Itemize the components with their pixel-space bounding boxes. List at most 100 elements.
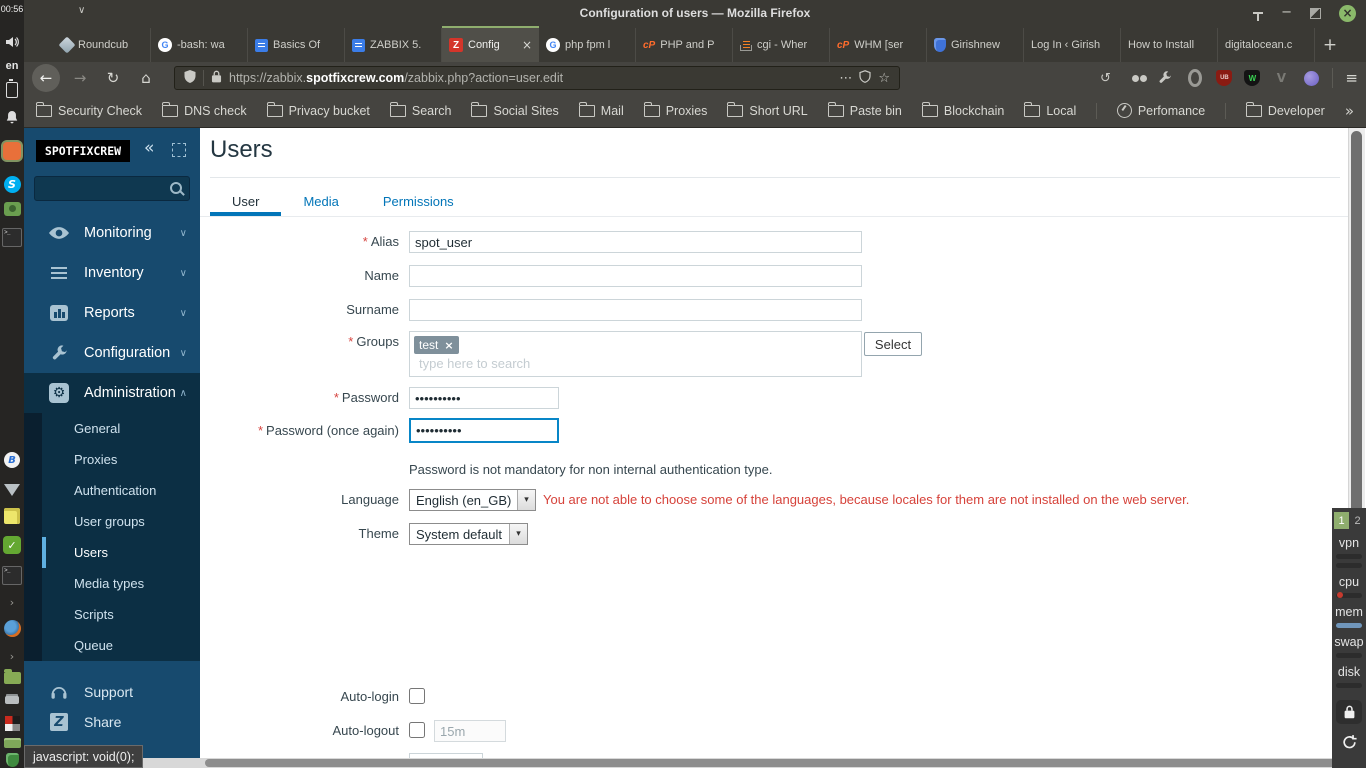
theme-select[interactable]: System default ▾ <box>409 523 528 545</box>
bookmark-star-icon[interactable]: ☆ <box>878 71 890 86</box>
sidebar-item-reports[interactable]: Reports ∨ <box>24 293 200 333</box>
home-button[interactable]: ⌂ <box>133 65 159 91</box>
back-button[interactable]: ← <box>32 64 60 92</box>
bookmark-folder[interactable]: Short URL <box>727 101 808 118</box>
browser-tab[interactable]: ZABBIX 5. <box>345 28 442 62</box>
close-tab-icon[interactable]: × <box>522 38 532 52</box>
sidebar-item-media-types[interactable]: Media types <box>24 568 200 599</box>
browser-tab[interactable]: Girishnew <box>927 28 1024 62</box>
close-window-button[interactable]: × <box>1339 4 1356 22</box>
updates-ok-icon[interactable]: ✓ <box>0 536 24 554</box>
green-app-icon[interactable] <box>0 738 24 748</box>
game-grid-icon[interactable] <box>0 716 24 731</box>
bookmark-folder[interactable]: Privacy bucket <box>266 101 370 118</box>
battery-icon[interactable] <box>0 79 24 98</box>
lock-icon[interactable] <box>211 70 222 86</box>
forward-button[interactable]: → <box>67 65 93 91</box>
bookmark-folder[interactable]: Mail <box>578 101 624 118</box>
bookmark-folder[interactable]: Security Check <box>36 101 142 118</box>
sidebar-item-support[interactable]: Support <box>24 677 200 707</box>
sidebar-item-general[interactable]: General <box>24 413 200 444</box>
browser-tab[interactable]: How to Install <box>1121 28 1218 62</box>
page-actions-icon[interactable]: ⋯ <box>839 71 852 86</box>
screenshot-app-icon[interactable] <box>0 202 24 216</box>
sidebar-collapse-icon[interactable]: « <box>144 138 154 158</box>
bookmark-item[interactable]: Perfomance <box>1116 103 1205 118</box>
ublock-extension-icon[interactable]: UB <box>1216 70 1233 86</box>
sidebar-item-administration[interactable]: ⚙ Administration ∧ <box>24 373 200 413</box>
sidebar-item-users[interactable]: Users <box>24 537 200 568</box>
brand-logo[interactable]: SPOTFIXCREW <box>36 140 130 162</box>
browser-tab[interactable]: cgi - Wher <box>733 28 830 62</box>
browser-tab[interactable]: Basics Of <box>248 28 345 62</box>
tab-media[interactable]: Media <box>281 186 360 216</box>
bookmark-folder[interactable]: DNS check <box>162 101 247 118</box>
sidebar-item-share[interactable]: Z Share <box>24 707 200 737</box>
browser-tab[interactable]: digitalocean.c <box>1218 28 1315 62</box>
surname-input[interactable] <box>409 299 862 321</box>
sidebar-item-monitoring[interactable]: Monitoring ∨ <box>24 213 200 253</box>
sidebar-item-scripts[interactable]: Scripts <box>24 599 200 630</box>
reload-button[interactable]: ↻ <box>100 65 126 91</box>
search-icon[interactable] <box>170 182 182 194</box>
hamburger-menu-icon[interactable]: ≡ <box>1345 69 1358 87</box>
sidebar-item-queue[interactable]: Queue <box>24 630 200 661</box>
alias-input[interactable] <box>409 231 862 253</box>
firefox-icon[interactable] <box>0 620 24 637</box>
browser-tab[interactable]: Roundcub <box>54 28 151 62</box>
oval-extension-icon[interactable] <box>1186 69 1204 87</box>
tracking-shield-icon[interactable] <box>184 70 196 86</box>
auto-login-checkbox[interactable] <box>409 688 425 704</box>
notifications-bell-icon[interactable] <box>0 110 24 125</box>
restart-power-button[interactable] <box>1341 733 1358 750</box>
sidebar-item-configuration[interactable]: Configuration ∨ <box>24 333 200 373</box>
browser-tab[interactable]: cP PHP and P <box>636 28 733 62</box>
sidebar-search-input[interactable] <box>34 176 190 201</box>
workspace-1-button[interactable]: 1 <box>1334 512 1349 529</box>
bookmark-folder[interactable]: Search <box>389 101 451 118</box>
bookmark-folder[interactable]: Developer <box>1245 101 1325 118</box>
bluetooth-icon[interactable]: B <box>0 452 24 468</box>
antivirus-shield-icon[interactable] <box>0 753 24 767</box>
terminal-icon[interactable]: >_ <box>0 228 24 247</box>
sidebar-item-user-groups[interactable]: User groups <box>24 506 200 537</box>
sidebar-expand-icon[interactable] <box>172 143 186 157</box>
bookmark-folder[interactable]: Proxies <box>643 101 707 118</box>
wrench-extension-icon[interactable] <box>1156 69 1174 87</box>
password-input[interactable] <box>409 387 559 409</box>
w-shield-extension-icon[interactable]: W <box>1244 70 1261 86</box>
chevron-right-icon[interactable]: › <box>0 650 24 663</box>
pin-icon[interactable] <box>1253 12 1264 21</box>
password-again-input[interactable] <box>409 418 559 443</box>
minimize-button[interactable]: − <box>1281 6 1292 19</box>
bookmark-folder[interactable]: Paste bin <box>827 101 902 118</box>
tab-permissions[interactable]: Permissions <box>361 186 476 216</box>
notes-app-icon[interactable] <box>0 508 24 524</box>
sidebar-item-inventory[interactable]: Inventory ∨ <box>24 253 200 293</box>
restore-button[interactable] <box>1310 7 1321 19</box>
bookmark-folder[interactable]: Social Sites <box>471 101 559 118</box>
bookmark-folder[interactable]: Local <box>1024 101 1076 118</box>
url-bar[interactable]: https://zabbix.spotfixcrew.com/zabbix.ph… <box>174 66 900 90</box>
language-select[interactable]: English (en_GB) ▾ <box>409 489 536 511</box>
terminal-icon[interactable]: >_ <box>0 566 24 585</box>
new-tab-button[interactable]: + <box>1315 28 1345 62</box>
printer-icon[interactable] <box>0 696 24 704</box>
lock-screen-button[interactable] <box>1336 700 1362 724</box>
keyboard-layout-indicator[interactable]: en <box>0 60 24 72</box>
file-manager-icon[interactable] <box>0 669 24 684</box>
purple-extension-icon[interactable] <box>1302 69 1320 87</box>
chevron-right-icon[interactable]: › <box>0 596 24 609</box>
sidebar-item-proxies[interactable]: Proxies <box>24 444 200 475</box>
bookmarks-overflow-button[interactable]: » <box>1345 102 1354 120</box>
horizontal-scrollbar[interactable] <box>24 758 1366 768</box>
bookmark-folder[interactable]: Blockchain <box>921 101 1004 118</box>
remove-chip-icon[interactable]: × <box>444 339 453 352</box>
workspace-2-button[interactable]: 2 <box>1351 512 1364 529</box>
horizontal-scrollbar-thumb[interactable] <box>205 759 1357 767</box>
wifi-icon[interactable] <box>0 484 24 496</box>
browser-tab[interactable]: cP WHM [ser <box>830 28 927 62</box>
browser-tab[interactable]: Log In ‹ Girish <box>1024 28 1121 62</box>
sidebar-item-authentication[interactable]: Authentication <box>24 475 200 506</box>
auto-logout-checkbox[interactable] <box>409 722 425 738</box>
